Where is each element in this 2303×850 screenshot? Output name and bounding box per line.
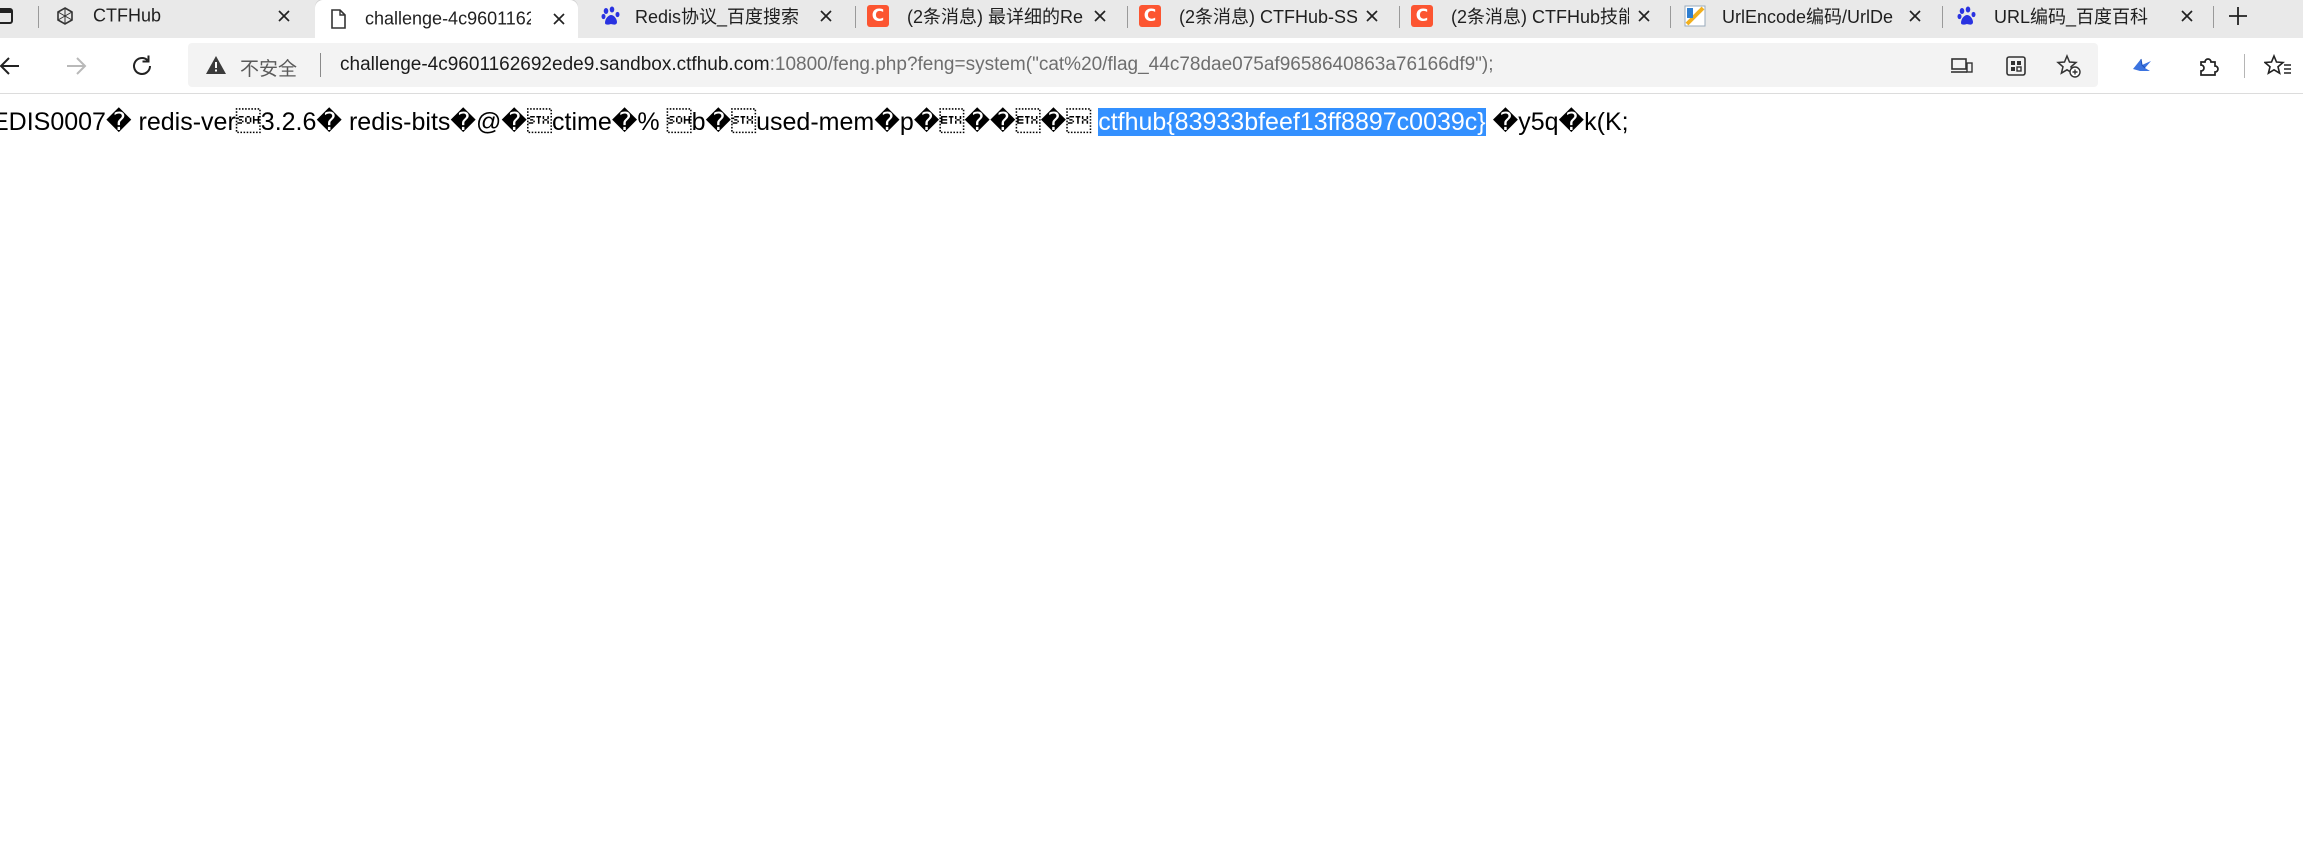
tab-actions-icon[interactable]: [0, 0, 22, 32]
close-tab-icon[interactable]: [1089, 5, 1111, 27]
favorites-button[interactable]: [2262, 50, 2294, 82]
tab-title: (2条消息) CTFHub-SSI: [1179, 7, 1357, 27]
address-bar[interactable]: 不安全 challenge-4c9601162692ede9.sandbox.c…: [188, 43, 2098, 87]
security-label[interactable]: 不安全: [240, 54, 297, 81]
close-tab-icon[interactable]: [1904, 5, 1926, 27]
extension-bird-button[interactable]: [2126, 50, 2158, 82]
forward-arrow-icon: [67, 57, 87, 75]
forward-button[interactable]: [60, 50, 92, 82]
address-divider: [320, 53, 321, 77]
tab-csdn-3[interactable]: C (2条消息) CTFHub技能: [1399, 0, 1669, 32]
tab-separator: [1127, 6, 1128, 28]
refresh-icon: [133, 55, 151, 75]
tab-urlencode[interactable]: UrlEncode编码/UrlDe: [1670, 0, 1940, 32]
tab-csdn-2[interactable]: C (2条消息) CTFHub-SSI: [1127, 0, 1397, 32]
tab-title: URL编码_百度百科: [1994, 7, 2149, 27]
toolbar-divider: [2244, 54, 2245, 78]
close-tab-icon[interactable]: [1633, 5, 1655, 27]
back-arrow-icon: [0, 57, 19, 75]
tab-title: (2条消息) 最详细的Re: [907, 7, 1084, 27]
url-path: :10800/feng.php?feng=system("cat%20/flag…: [769, 54, 1494, 75]
tab-challenge[interactable]: challenge-4c96011626: [315, 0, 578, 38]
tab-strip: CTFHub challenge-4c96011626 Redis协议_百度搜索: [0, 0, 2303, 38]
page-icon: [327, 8, 349, 30]
tab-separator: [38, 6, 39, 28]
tab-title: Redis协议_百度搜索: [635, 7, 800, 27]
urlencode-icon: [1684, 5, 1706, 27]
tab-url-baike[interactable]: URL编码_百度百科: [1942, 0, 2212, 32]
back-button[interactable]: [0, 50, 26, 82]
tab-csdn-1[interactable]: C (2条消息) 最详细的Re: [855, 0, 1125, 32]
add-favorite-icon[interactable]: [2056, 53, 2082, 79]
tab-separator: [2213, 6, 2214, 28]
tab-separator: [1942, 6, 1943, 28]
close-tab-icon[interactable]: [815, 5, 837, 27]
csdn-icon: C: [1139, 5, 1161, 27]
close-tab-icon[interactable]: [1361, 5, 1383, 27]
tab-ctfhub[interactable]: CTFHub: [38, 0, 306, 32]
tab-separator: [1399, 6, 1400, 28]
browser-toolbar: 不安全 challenge-4c9601162692ede9.sandbox.c…: [0, 38, 2303, 94]
tab-title: challenge-4c96011626: [365, 8, 531, 29]
redis-output-text: EDIS0007� redis-ver3.2.6� redis-bits�@�…: [0, 107, 1629, 137]
tab-title: UrlEncode编码/UrlDe: [1722, 7, 1894, 27]
warning-icon[interactable]: [205, 54, 227, 76]
redis-dump-suffix: �y5q�k(K;: [1485, 108, 1629, 136]
csdn-icon: C: [1411, 5, 1433, 27]
collections-grid-icon[interactable]: [2003, 53, 2029, 79]
page-content: EDIS0007� redis-ver3.2.6� redis-bits�@�…: [0, 94, 2303, 850]
new-tab-button[interactable]: [2218, 0, 2258, 32]
url-text[interactable]: challenge-4c9601162692ede9.sandbox.ctfhu…: [340, 54, 1494, 76]
url-host: challenge-4c9601162692ede9.sandbox.ctfhu…: [340, 54, 770, 75]
tab-title: (2条消息) CTFHub技能: [1451, 7, 1629, 27]
tab-separator: [855, 6, 856, 28]
app-available-icon[interactable]: [1949, 53, 1975, 79]
puzzle-piece-icon: [2200, 58, 2219, 76]
ctfhub-icon: [54, 5, 76, 27]
baidu-icon: [600, 5, 622, 27]
tab-redis-baidu[interactable]: Redis协议_百度搜索: [585, 0, 853, 32]
baidu-icon: [1956, 5, 1978, 27]
plus-icon: [2229, 7, 2247, 25]
bird-icon: [2133, 58, 2151, 71]
refresh-button[interactable]: [126, 50, 158, 82]
tab-title: CTFHub: [93, 5, 162, 26]
tab-separator: [1670, 6, 1671, 28]
close-tab-icon[interactable]: [548, 8, 570, 30]
close-tab-icon[interactable]: [2176, 5, 2198, 27]
close-tab-icon[interactable]: [273, 5, 295, 27]
favorites-star-icon: [2264, 53, 2291, 75]
extensions-button[interactable]: [2193, 50, 2225, 82]
csdn-icon: C: [867, 5, 889, 27]
redis-dump-prefix: EDIS0007� redis-ver3.2.6� redis-bits�@�…: [0, 108, 1099, 136]
selected-flag[interactable]: ctfhub{83933bfeef13ff8897c0039c}: [1098, 108, 1486, 136]
